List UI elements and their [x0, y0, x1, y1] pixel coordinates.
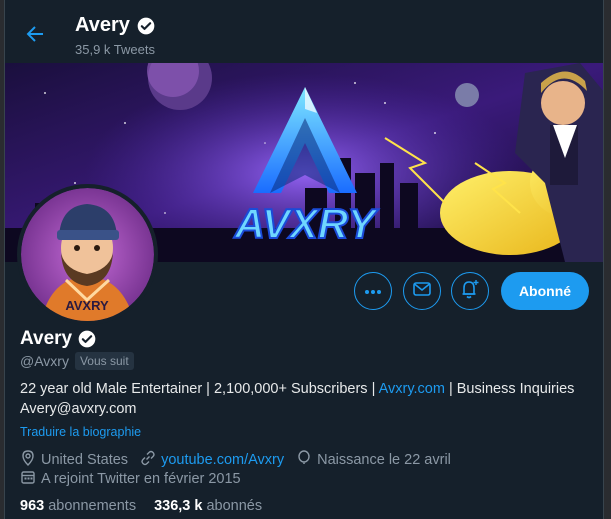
message-button[interactable]	[403, 272, 441, 310]
following-stat[interactable]: 963 abonnements	[20, 498, 136, 514]
more-dots-icon	[364, 282, 382, 300]
avatar-caption: AVXRY	[65, 298, 109, 313]
location-pin-icon	[20, 450, 36, 470]
followers-stat[interactable]: 336,3 k abonnés	[154, 498, 262, 514]
following-count: 963	[20, 498, 45, 514]
bio-link[interactable]: Avxry.com	[379, 381, 445, 397]
followers-count: 336,3 k	[154, 498, 203, 514]
calendar-icon	[20, 469, 36, 489]
follow-stats: 963 abonnements 336,3 k abonnés	[20, 498, 280, 514]
notifications-button[interactable]	[451, 272, 489, 310]
banner-logo-text: AVXRY	[234, 200, 380, 247]
balloon-icon	[296, 450, 312, 470]
profile-joined-row: A rejoint Twitter en février 2015	[20, 469, 253, 489]
profile-bio: 22 year old Male Entertainer | 2,100,000…	[20, 379, 600, 419]
verified-badge-icon	[77, 329, 97, 349]
profile-handle: @Avxry	[20, 353, 69, 369]
envelope-icon	[413, 281, 431, 301]
following-label: abonnements	[48, 498, 137, 514]
more-options-button[interactable]	[354, 272, 392, 310]
profile-header-bar: Avery 35,9 k Tweets	[5, 0, 603, 63]
follows-you-badge: Vous suit	[74, 352, 134, 370]
header-name: Avery	[75, 14, 156, 37]
profile-name-text: Avery	[20, 328, 73, 349]
location-item: United States	[20, 450, 128, 470]
bio-text-1: 22 year old Male Entertainer | 2,100,000…	[20, 381, 379, 397]
joined-item: A rejoint Twitter en février 2015	[20, 469, 241, 489]
location-text: United States	[41, 452, 129, 468]
website-link[interactable]: youtube.com/Avxry	[161, 452, 284, 468]
verified-badge-icon	[136, 16, 156, 36]
link-icon	[140, 450, 156, 470]
website-item: youtube.com/Avxry	[140, 450, 284, 470]
bell-plus-icon	[460, 279, 480, 304]
profile-avatar[interactable]: AVXRY	[17, 184, 158, 325]
profile-page: Avery 35,9 k Tweets AVXRY AVXRY Abonné A…	[4, 0, 604, 519]
handle-row: @Avxry Vous suit	[20, 352, 134, 370]
birthday-text: Naissance le 22 avril	[317, 452, 451, 468]
profile-name: Avery	[20, 328, 97, 350]
following-button[interactable]: Abonné	[501, 272, 589, 310]
birthday-item: Naissance le 22 avril	[296, 450, 451, 470]
header-name-text: Avery	[75, 14, 130, 36]
translate-bio-link[interactable]: Traduire la biographie	[20, 425, 141, 439]
back-arrow-icon[interactable]	[23, 22, 47, 46]
header-tweet-count: 35,9 k Tweets	[75, 42, 155, 57]
joined-text: A rejoint Twitter en février 2015	[41, 471, 241, 487]
followers-label: abonnés	[206, 498, 263, 514]
profile-meta-row: United States youtube.com/Avxry Naissanc…	[20, 450, 463, 470]
